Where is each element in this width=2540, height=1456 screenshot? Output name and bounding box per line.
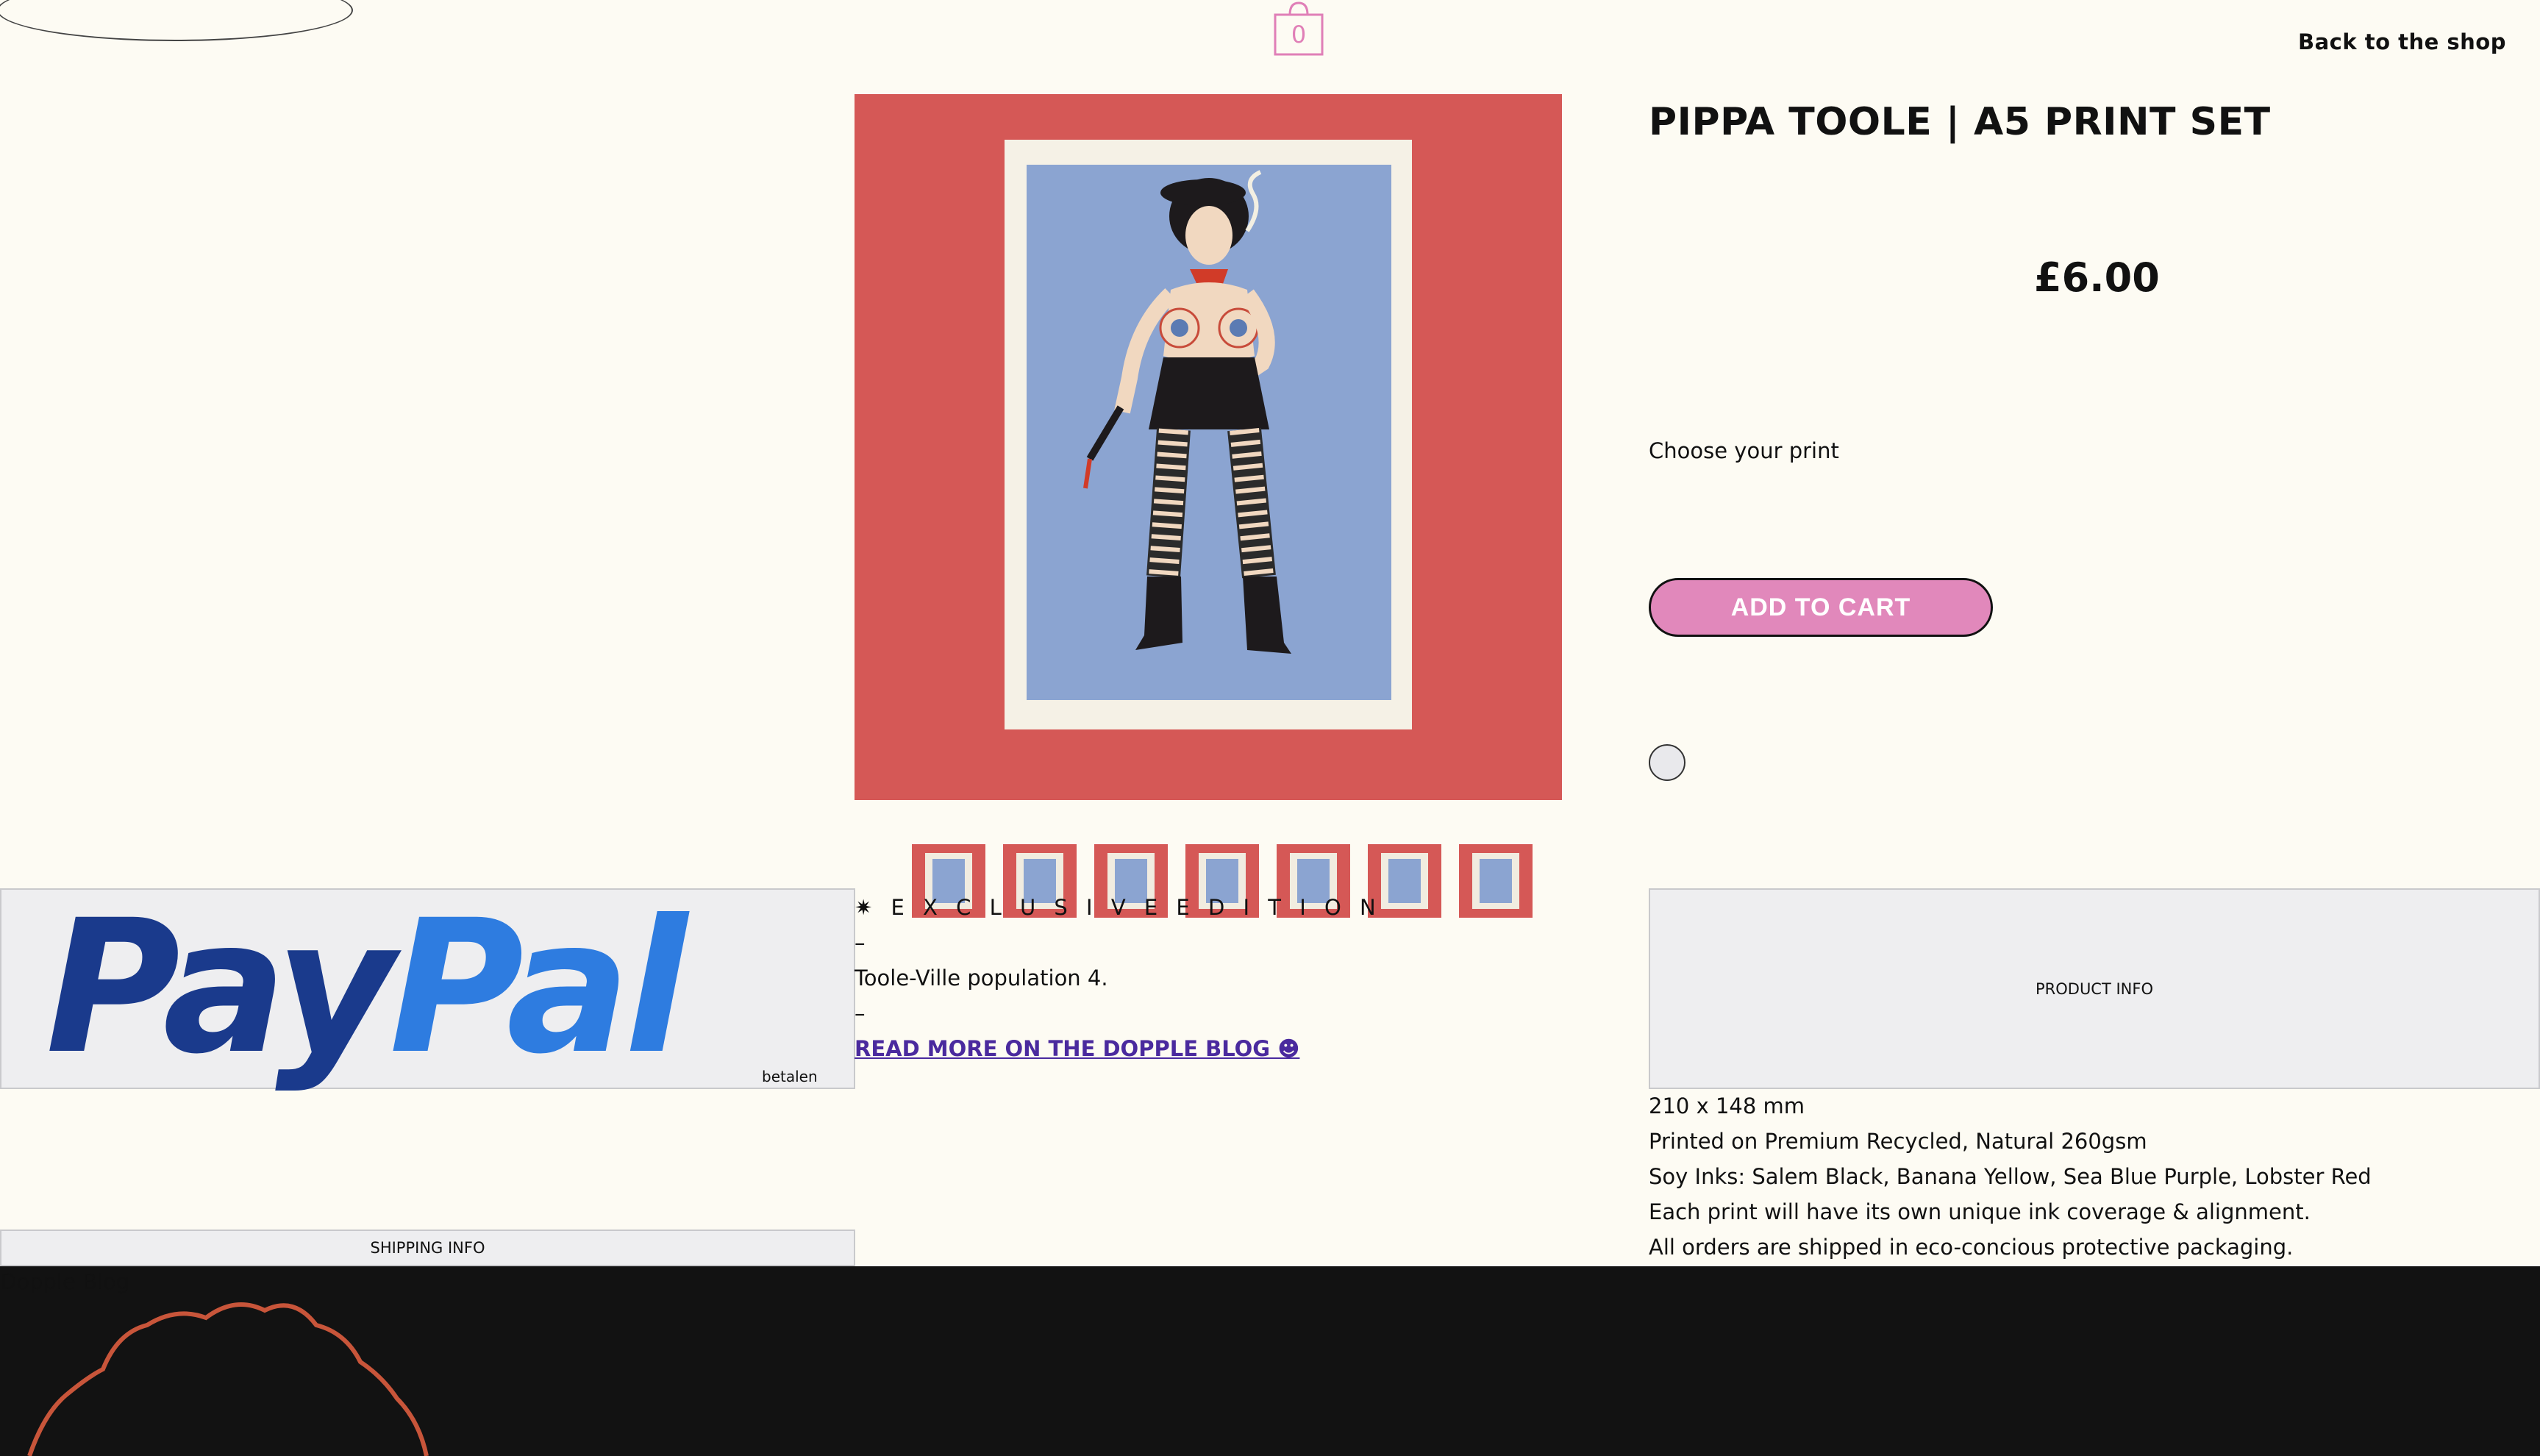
pin-up-figure-illustration	[1083, 170, 1291, 654]
spec-line: Printed on Premium Recycled, Natural 260…	[1649, 1129, 2147, 1154]
cart-count: 0	[1291, 21, 1307, 49]
print-artwork	[1027, 165, 1391, 700]
exclusive-edition-text: ✷ E X C L U S I V E E D I T I O N	[855, 895, 1382, 920]
thumbnail-7[interactable]	[1459, 844, 1533, 918]
product-info-toggle[interactable]: PRODUCT INFO	[1649, 888, 2540, 1089]
add-to-cart-button[interactable]: ADD TO CART	[1649, 578, 1993, 637]
paypal-button[interactable]: PayPal betalen	[0, 888, 855, 1089]
blog-link[interactable]: READ MORE ON THE DOPPLE BLOG ☻	[855, 1036, 1299, 1061]
scallop-badge-icon	[27, 1302, 429, 1456]
back-to-shop-link[interactable]: Back to the shop	[2298, 29, 2506, 54]
spec-line: 210 x 148 mm	[1649, 1093, 1805, 1118]
paypal-logo: PayPal	[46, 880, 688, 1094]
product-description: ✷ E X C L U S I V E E D I T I O N – Tool…	[855, 890, 1382, 1066]
footer-blog-label[interactable]: Dopple Blog	[0, 1269, 129, 1294]
product-main-image[interactable]	[855, 94, 1562, 800]
product-price: £6.00	[2034, 254, 2160, 301]
shipping-info-toggle[interactable]: SHIPPING INFO	[0, 1230, 855, 1266]
footer	[0, 1266, 2540, 1456]
paypal-sub-label: betalen	[762, 1068, 818, 1085]
divider-dash: –	[855, 930, 866, 955]
product-specs: 210 x 148 mm Printed on Premium Recycled…	[1649, 1088, 2372, 1265]
spec-line: All orders are shipped in eco-concious p…	[1649, 1235, 2294, 1260]
print-option-swatch[interactable]	[1649, 744, 1685, 781]
spec-line: Each print will have its own unique ink …	[1649, 1199, 2311, 1224]
site-logo[interactable]	[0, 0, 353, 41]
spec-line: Soy Inks: Salem Black, Banana Yellow, Se…	[1649, 1164, 2372, 1189]
choose-print-label: Choose your print	[1649, 438, 1839, 463]
population-text: Toole-Ville population 4.	[855, 966, 1108, 991]
cart-button[interactable]: 0	[1272, 0, 1325, 57]
print-paper	[1005, 140, 1412, 729]
divider-dash: –	[855, 1001, 866, 1026]
product-title: PIPPA TOOLE | A5 PRINT SET	[1649, 100, 2271, 144]
